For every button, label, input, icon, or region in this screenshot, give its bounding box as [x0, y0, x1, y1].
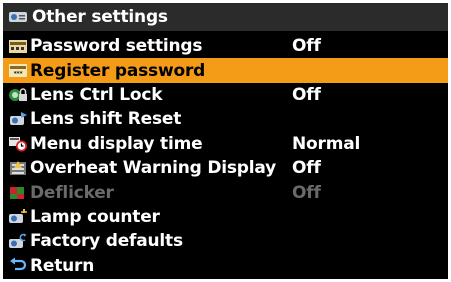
menu-item-value: Off [292, 36, 321, 57]
overheat-warning-icon [8, 160, 28, 177]
menu-item-label: Overheat Warning Display [30, 158, 276, 179]
menu-item-password-settings[interactable]: Password settings Off [3, 34, 448, 58]
projector-icon [8, 9, 28, 26]
register-password-icon: *** [8, 62, 28, 79]
menu-item-label: Register password [30, 60, 206, 81]
menu-item-menu-display-time[interactable]: Menu display time Normal [3, 132, 448, 156]
menu-item-label: Lens Ctrl Lock [30, 84, 163, 105]
menu-item-value: Off [292, 182, 321, 203]
menu-item-label: Menu display time [30, 133, 203, 154]
lens-shift-reset-icon [8, 111, 28, 128]
password-icon [8, 38, 28, 55]
menu-item-label: Return [30, 255, 95, 276]
menu-title: Other settings [32, 7, 168, 27]
menu-item-return[interactable]: Return [3, 254, 448, 278]
factory-defaults-icon [8, 233, 28, 250]
menu-item-lens-ctrl-lock[interactable]: Lens Ctrl Lock Off [3, 83, 448, 107]
menu-item-deflicker: Deflicker Off [3, 180, 448, 204]
menu-item-register-password[interactable]: *** Register password [3, 58, 448, 83]
lamp-counter-icon [8, 208, 28, 225]
menu-timer-icon [8, 135, 28, 152]
osd-menu: Other settings Password settings Off ***… [3, 3, 448, 279]
menu-item-factory-defaults[interactable]: Factory defaults [3, 229, 448, 253]
menu-item-value: Off [292, 158, 321, 179]
menu-item-value: Off [292, 84, 321, 105]
menu-item-overheat-warning-display[interactable]: Overheat Warning Display Off [3, 156, 448, 180]
menu-item-value: Normal [292, 133, 361, 154]
menu-header: Other settings [3, 3, 448, 33]
return-icon [8, 257, 28, 274]
menu-item-lamp-counter[interactable]: Lamp counter [3, 205, 448, 229]
menu-item-lens-shift-reset[interactable]: Lens shift Reset [3, 107, 448, 131]
menu-item-label: Password settings [30, 36, 203, 57]
svg-text:***: *** [14, 71, 24, 78]
menu-item-label: Lamp counter [30, 206, 160, 227]
menu-item-label: Factory defaults [30, 231, 183, 252]
lens-lock-icon [8, 86, 28, 103]
menu-item-label: Lens shift Reset [30, 109, 182, 130]
deflicker-icon [8, 184, 28, 201]
menu-item-label: Deflicker [30, 182, 114, 203]
